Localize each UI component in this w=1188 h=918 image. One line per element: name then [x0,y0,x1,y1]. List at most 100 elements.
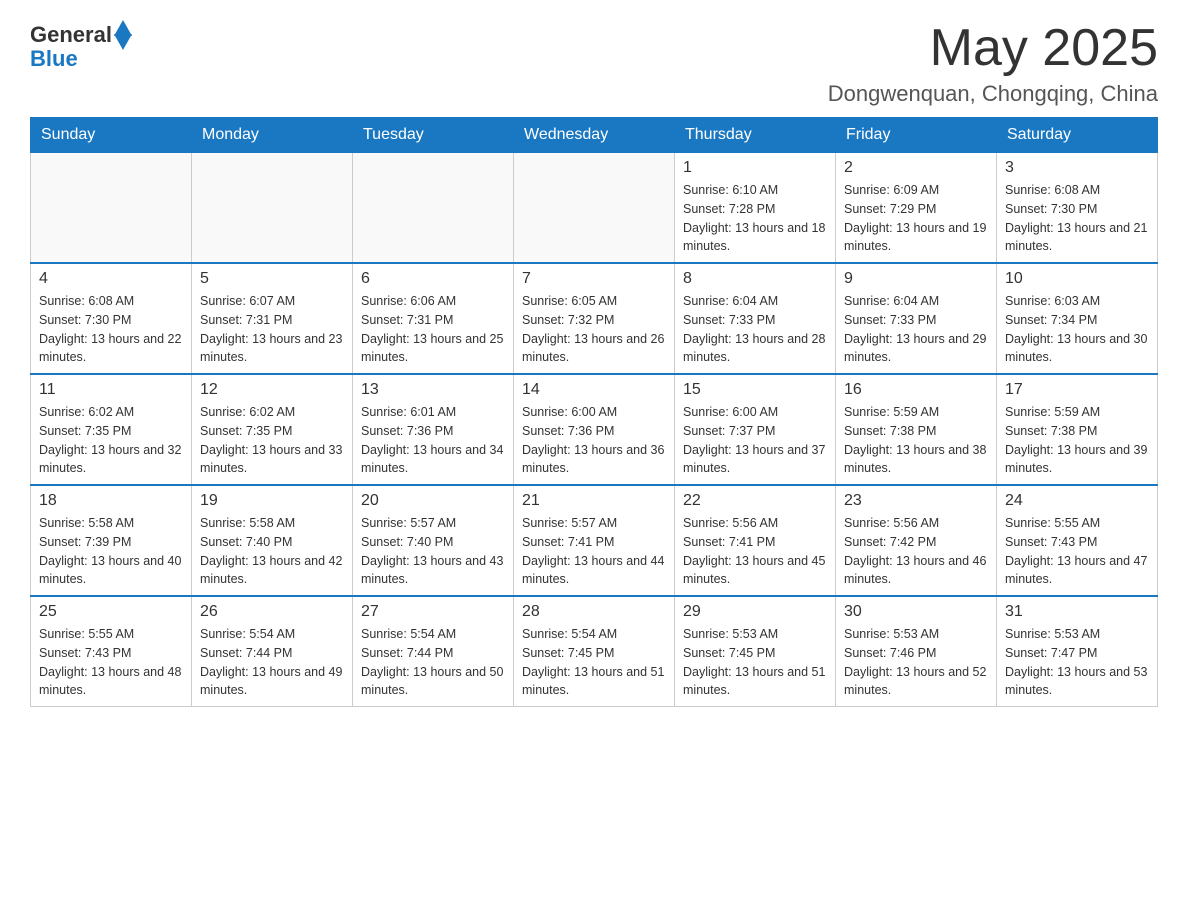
weekday-header-friday: Friday [836,118,997,153]
day-info: Sunrise: 6:00 AMSunset: 7:36 PMDaylight:… [522,403,666,478]
day-info: Sunrise: 6:04 AMSunset: 7:33 PMDaylight:… [683,292,827,367]
day-info: Sunrise: 5:57 AMSunset: 7:40 PMDaylight:… [361,514,505,589]
day-info: Sunrise: 5:56 AMSunset: 7:42 PMDaylight:… [844,514,988,589]
calendar-cell: 26 Sunrise: 5:54 AMSunset: 7:44 PMDayligh… [192,596,353,707]
day-info: Sunrise: 6:08 AMSunset: 7:30 PMDaylight:… [1005,181,1149,256]
calendar-week-row: 18 Sunrise: 5:58 AMSunset: 7:39 PMDayligh… [31,485,1158,596]
weekday-header-row: SundayMondayTuesdayWednesdayThursdayFrid… [31,118,1158,153]
logo-blue-text: Blue [30,46,78,72]
day-info: Sunrise: 6:07 AMSunset: 7:31 PMDaylight:… [200,292,344,367]
day-number: 17 [1005,381,1149,399]
calendar-cell: 9 Sunrise: 6:04 AMSunset: 7:33 PMDaylight… [836,263,997,374]
day-number: 7 [522,270,666,288]
day-number: 1 [683,159,827,177]
calendar-cell: 30 Sunrise: 5:53 AMSunset: 7:46 PMDayligh… [836,596,997,707]
calendar-cell: 1 Sunrise: 6:10 AMSunset: 7:28 PMDaylight… [675,153,836,264]
day-number: 3 [1005,159,1149,177]
calendar-cell: 5 Sunrise: 6:07 AMSunset: 7:31 PMDaylight… [192,263,353,374]
day-number: 13 [361,381,505,399]
day-number: 26 [200,603,344,621]
calendar-cell: 3 Sunrise: 6:08 AMSunset: 7:30 PMDaylight… [997,153,1158,264]
calendar-cell [353,153,514,264]
weekday-header-tuesday: Tuesday [353,118,514,153]
calendar-cell: 11 Sunrise: 6:02 AMSunset: 7:35 PMDayligh… [31,374,192,485]
day-number: 6 [361,270,505,288]
calendar-cell: 31 Sunrise: 5:53 AMSunset: 7:47 PMDayligh… [997,596,1158,707]
page-header: General Blue May 2025 Dongwenquan, Chong… [30,20,1158,107]
day-number: 14 [522,381,666,399]
calendar-cell: 2Sunrise: 6:09 AMSunset: 7:29 PMDaylight… [836,153,997,264]
day-info: Sunrise: 5:56 AMSunset: 7:41 PMDaylight:… [683,514,827,589]
day-info: Sunrise: 5:59 AMSunset: 7:38 PMDaylight:… [844,403,988,478]
day-info: Sunrise: 5:54 AMSunset: 7:45 PMDaylight:… [522,625,666,700]
day-number: 18 [39,492,183,510]
day-info: Sunrise: 6:01 AMSunset: 7:36 PMDaylight:… [361,403,505,478]
calendar-table: SundayMondayTuesdayWednesdayThursdayFrid… [30,117,1158,707]
calendar-cell: 14 Sunrise: 6:00 AMSunset: 7:36 PMDayligh… [514,374,675,485]
day-number: 9 [844,270,988,288]
weekday-header-wednesday: Wednesday [514,118,675,153]
day-info: Sunrise: 5:58 AMSunset: 7:39 PMDaylight:… [39,514,183,589]
calendar-cell: 12 Sunrise: 6:02 AMSunset: 7:35 PMDayligh… [192,374,353,485]
day-number: 20 [361,492,505,510]
day-info: Sunrise: 5:55 AMSunset: 7:43 PMDaylight:… [1005,514,1149,589]
day-number: 21 [522,492,666,510]
day-info: Sunrise: 5:54 AMSunset: 7:44 PMDaylight:… [200,625,344,700]
day-info: Sunrise: 6:10 AMSunset: 7:28 PMDaylight:… [683,181,827,256]
calendar-week-row: 1 Sunrise: 6:10 AMSunset: 7:28 PMDaylight… [31,153,1158,264]
day-info: Sunrise: 5:55 AMSunset: 7:43 PMDaylight:… [39,625,183,700]
day-info: Sunrise: 6:00 AMSunset: 7:37 PMDaylight:… [683,403,827,478]
day-number: 11 [39,381,183,399]
day-number: 29 [683,603,827,621]
calendar-cell: 19Sunrise: 5:58 AMSunset: 7:40 PMDayligh… [192,485,353,596]
day-number: 28 [522,603,666,621]
day-info: Sunrise: 6:04 AMSunset: 7:33 PMDaylight:… [844,292,988,367]
calendar-cell: 16 Sunrise: 5:59 AMSunset: 7:38 PMDayligh… [836,374,997,485]
day-number: 16 [844,381,988,399]
calendar-cell: 23Sunrise: 5:56 AMSunset: 7:42 PMDayligh… [836,485,997,596]
day-info: Sunrise: 6:08 AMSunset: 7:30 PMDaylight:… [39,292,183,367]
calendar-cell: 20 Sunrise: 5:57 AMSunset: 7:40 PMDayligh… [353,485,514,596]
calendar-week-row: 11 Sunrise: 6:02 AMSunset: 7:35 PMDayligh… [31,374,1158,485]
day-number: 5 [200,270,344,288]
day-number: 31 [1005,603,1149,621]
day-info: Sunrise: 6:03 AMSunset: 7:34 PMDaylight:… [1005,292,1149,367]
weekday-header-sunday: Sunday [31,118,192,153]
month-year-title: May 2025 [828,20,1158,77]
day-info: Sunrise: 6:02 AMSunset: 7:35 PMDaylight:… [39,403,183,478]
calendar-cell [192,153,353,264]
calendar-cell: 22 Sunrise: 5:56 AMSunset: 7:41 PMDayligh… [675,485,836,596]
weekday-header-thursday: Thursday [675,118,836,153]
calendar-cell [514,153,675,264]
title-section: May 2025 Dongwenquan, Chongqing, China [828,20,1158,107]
day-number: 24 [1005,492,1149,510]
calendar-cell: 18 Sunrise: 5:58 AMSunset: 7:39 PMDayligh… [31,485,192,596]
calendar-cell: 6 Sunrise: 6:06 AMSunset: 7:31 PMDaylight… [353,263,514,374]
calendar-cell [31,153,192,264]
day-number: 30 [844,603,988,621]
day-info: Sunrise: 6:05 AMSunset: 7:32 PMDaylight:… [522,292,666,367]
day-number: 4 [39,270,183,288]
calendar-cell: 25 Sunrise: 5:55 AMSunset: 7:43 PMDayligh… [31,596,192,707]
calendar-cell: 8 Sunrise: 6:04 AMSunset: 7:33 PMDaylight… [675,263,836,374]
day-number: 22 [683,492,827,510]
calendar-cell: 28 Sunrise: 5:54 AMSunset: 7:45 PMDayligh… [514,596,675,707]
weekday-header-saturday: Saturday [997,118,1158,153]
day-info: Sunrise: 5:53 AMSunset: 7:45 PMDaylight:… [683,625,827,700]
day-info: Sunrise: 5:57 AMSunset: 7:41 PMDaylight:… [522,514,666,589]
day-number: 8 [683,270,827,288]
day-number: 15 [683,381,827,399]
day-info: Sunrise: 5:53 AMSunset: 7:46 PMDaylight:… [844,625,988,700]
calendar-cell: 21 Sunrise: 5:57 AMSunset: 7:41 PMDayligh… [514,485,675,596]
day-info: Sunrise: 6:02 AMSunset: 7:35 PMDaylight:… [200,403,344,478]
day-info: Sunrise: 5:59 AMSunset: 7:38 PMDaylight:… [1005,403,1149,478]
day-number: 12 [200,381,344,399]
calendar-cell: 13 Sunrise: 6:01 AMSunset: 7:36 PMDayligh… [353,374,514,485]
day-number: 25 [39,603,183,621]
day-info: Sunrise: 5:54 AMSunset: 7:44 PMDaylight:… [361,625,505,700]
day-number: 19 [200,492,344,510]
logo: General Blue [30,20,132,72]
day-info: Sunrise: 5:53 AMSunset: 7:47 PMDaylight:… [1005,625,1149,700]
day-info: Sunrise: 6:06 AMSunset: 7:31 PMDaylight:… [361,292,505,367]
day-number: 10 [1005,270,1149,288]
